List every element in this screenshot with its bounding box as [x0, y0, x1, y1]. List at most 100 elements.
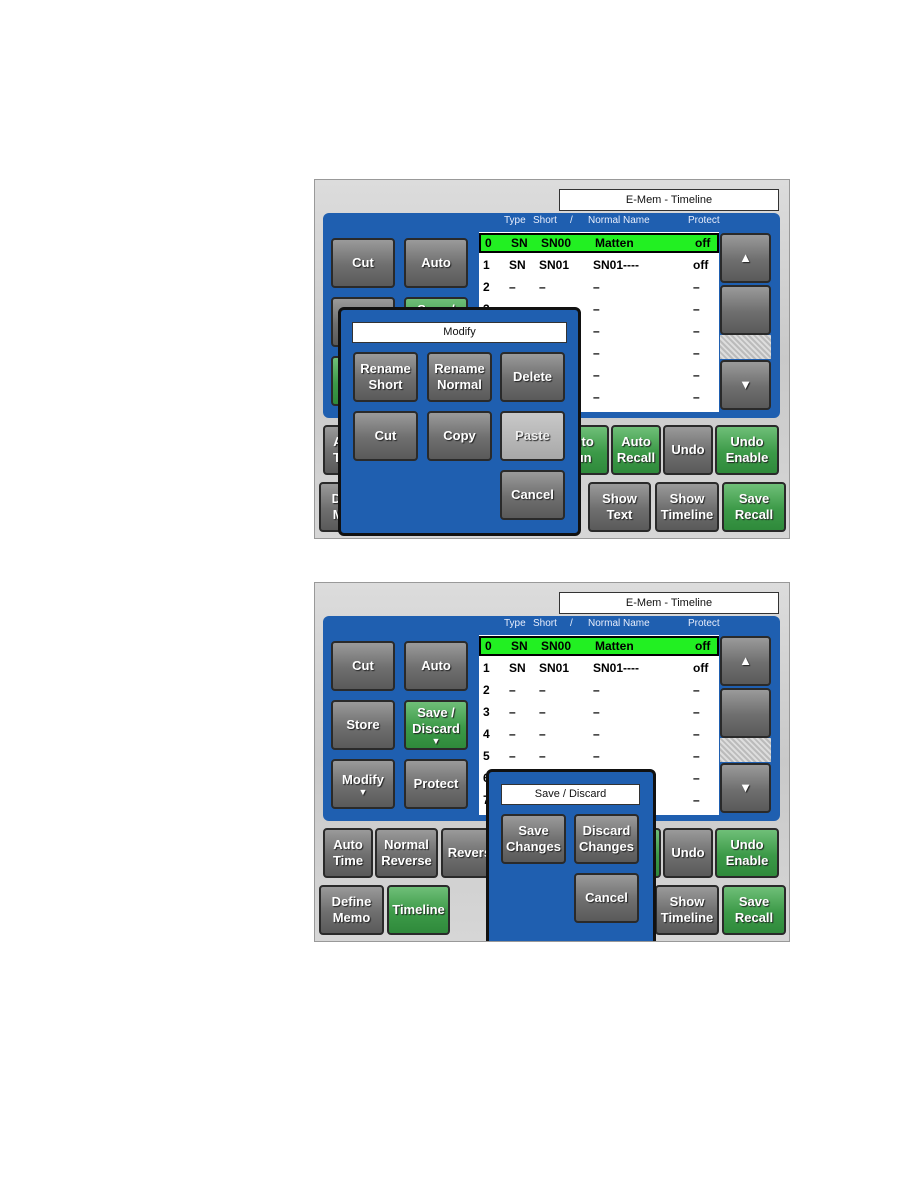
cell-protect: – [693, 346, 700, 360]
col-normal-name: Normal Name [588, 215, 650, 226]
auto-button[interactable]: Auto [404, 641, 468, 691]
panel-title: E-Mem - Timeline [559, 592, 779, 614]
cell-protect: off [695, 639, 711, 653]
scroll-up-button[interactable]: ▲ [720, 233, 771, 283]
rename-short-button[interactable]: Rename Short [353, 352, 418, 402]
cell-type: SN [511, 236, 528, 250]
arrow-up-icon: ▲ [739, 250, 752, 265]
scroll-down-button[interactable]: ▼ [720, 763, 771, 813]
cell-normal: SN01---- [593, 258, 640, 272]
cell-normal: – [593, 346, 600, 360]
cell-protect: – [693, 727, 700, 741]
col-short: Short [533, 618, 557, 629]
dropdown-arrow-icon: ▼ [431, 736, 441, 746]
col-protect: Protect [688, 215, 720, 226]
table-row[interactable]: 1 SN SN01 SN01---- off [479, 255, 719, 275]
delete-button[interactable]: Delete [500, 352, 565, 402]
table-row[interactable]: 1 SN SN01 SN01---- off [479, 658, 719, 678]
undo-button[interactable]: Undo [663, 828, 713, 878]
save-discard-popup: Save / Discard Save Changes Discard Chan… [486, 769, 656, 941]
col-slash: / [570, 215, 573, 226]
cut-button[interactable]: Cut [331, 641, 395, 691]
table-row[interactable]: 2 – – – – [479, 680, 719, 700]
cut-button[interactable]: Cut [331, 238, 395, 288]
emem-timeline-panel-modify: E-Mem - Timeline Type Short / Normal Nam… [314, 179, 790, 539]
store-button[interactable]: Store [331, 700, 395, 750]
modify-popup: Modify Rename Short Rename Normal Delete… [338, 307, 581, 536]
normal-reverse-button[interactable]: Normal Reverse [375, 828, 438, 878]
cell-type: SN [509, 661, 526, 675]
cell-normal: – [593, 390, 600, 404]
cancel-button[interactable]: Cancel [500, 470, 565, 520]
cell-normal: – [593, 683, 600, 697]
timeline-button[interactable]: Timeline [387, 885, 450, 935]
table-row[interactable]: 0 SN SN00 Matten off [479, 233, 719, 253]
protect-button[interactable]: Protect [404, 759, 468, 809]
discard-changes-button[interactable]: Discard Changes [574, 814, 639, 864]
modify-popup-title: Modify [352, 322, 567, 343]
cell-normal: – [593, 705, 600, 719]
scroll-up-button[interactable]: ▲ [720, 636, 771, 686]
auto-button[interactable]: Auto [404, 238, 468, 288]
cell-short: – [539, 705, 546, 719]
cell-protect: – [693, 280, 700, 294]
cell-num: 3 [483, 705, 490, 719]
cell-normal: – [593, 368, 600, 382]
undo-enable-button[interactable]: Undo Enable [715, 425, 779, 475]
scroll-track[interactable] [720, 335, 771, 359]
cell-type: – [509, 683, 516, 697]
auto-time-button[interactable]: Auto Time [323, 828, 373, 878]
modify-label: Modify [342, 772, 384, 787]
undo-button[interactable]: Undo [663, 425, 713, 475]
table-row[interactable]: 3 – – – – [479, 702, 719, 722]
cell-num: 0 [485, 236, 492, 250]
cell-protect: off [695, 236, 711, 250]
cell-type: SN [509, 258, 526, 272]
save-recall-button[interactable]: Save Recall [722, 885, 786, 935]
arrow-down-icon: ▼ [739, 780, 752, 795]
table-row[interactable]: 4 – – – – [479, 724, 719, 744]
show-timeline-button[interactable]: Show Timeline [655, 885, 719, 935]
cell-num: 2 [483, 683, 490, 697]
scroll-thumb[interactable] [720, 285, 771, 335]
save-changes-button[interactable]: Save Changes [501, 814, 566, 864]
table-row[interactable]: 0 SN SN00 Matten off [479, 636, 719, 656]
cell-protect: – [693, 705, 700, 719]
save-recall-button[interactable]: Save Recall [722, 482, 786, 532]
table-row[interactable]: 2 – – – – [479, 277, 719, 297]
show-timeline-button[interactable]: Show Timeline [655, 482, 719, 532]
col-slash: / [570, 618, 573, 629]
scroll-track[interactable] [720, 738, 771, 762]
dropdown-arrow-icon: ▼ [358, 787, 368, 797]
define-memo-button[interactable]: Define Memo [319, 885, 384, 935]
cell-short: – [539, 727, 546, 741]
cancel-button[interactable]: Cancel [574, 873, 639, 923]
cell-num: 0 [485, 639, 492, 653]
modify-button[interactable]: Modify▼ [331, 759, 395, 809]
cell-short: – [539, 280, 546, 294]
scroll-down-button[interactable]: ▼ [720, 360, 771, 410]
cell-type: – [509, 749, 516, 763]
cell-protect: – [693, 683, 700, 697]
cell-type: – [509, 705, 516, 719]
scroll-thumb[interactable] [720, 688, 771, 738]
rename-normal-button[interactable]: Rename Normal [427, 352, 492, 402]
cell-protect: – [693, 749, 700, 763]
cut-button[interactable]: Cut [353, 411, 418, 461]
col-protect: Protect [688, 618, 720, 629]
show-text-button[interactable]: Show Text [588, 482, 651, 532]
emem-timeline-panel-save-discard: E-Mem - Timeline Type Short / Normal Nam… [314, 582, 790, 942]
cell-normal: – [593, 324, 600, 338]
cell-normal: – [593, 280, 600, 294]
copy-button[interactable]: Copy [427, 411, 492, 461]
paste-button[interactable]: Paste [500, 411, 565, 461]
table-row[interactable]: 5 – – – – [479, 746, 719, 766]
cell-type: – [509, 280, 516, 294]
save-discard-button[interactable]: Save / Discard▼ [404, 700, 468, 750]
undo-enable-button[interactable]: Undo Enable [715, 828, 779, 878]
arrow-down-icon: ▼ [739, 377, 752, 392]
save-discard-popup-title: Save / Discard [501, 784, 640, 805]
auto-recall-button[interactable]: Auto Recall [611, 425, 661, 475]
cell-type: SN [511, 639, 528, 653]
save-discard-label: Save / Discard [412, 705, 460, 736]
